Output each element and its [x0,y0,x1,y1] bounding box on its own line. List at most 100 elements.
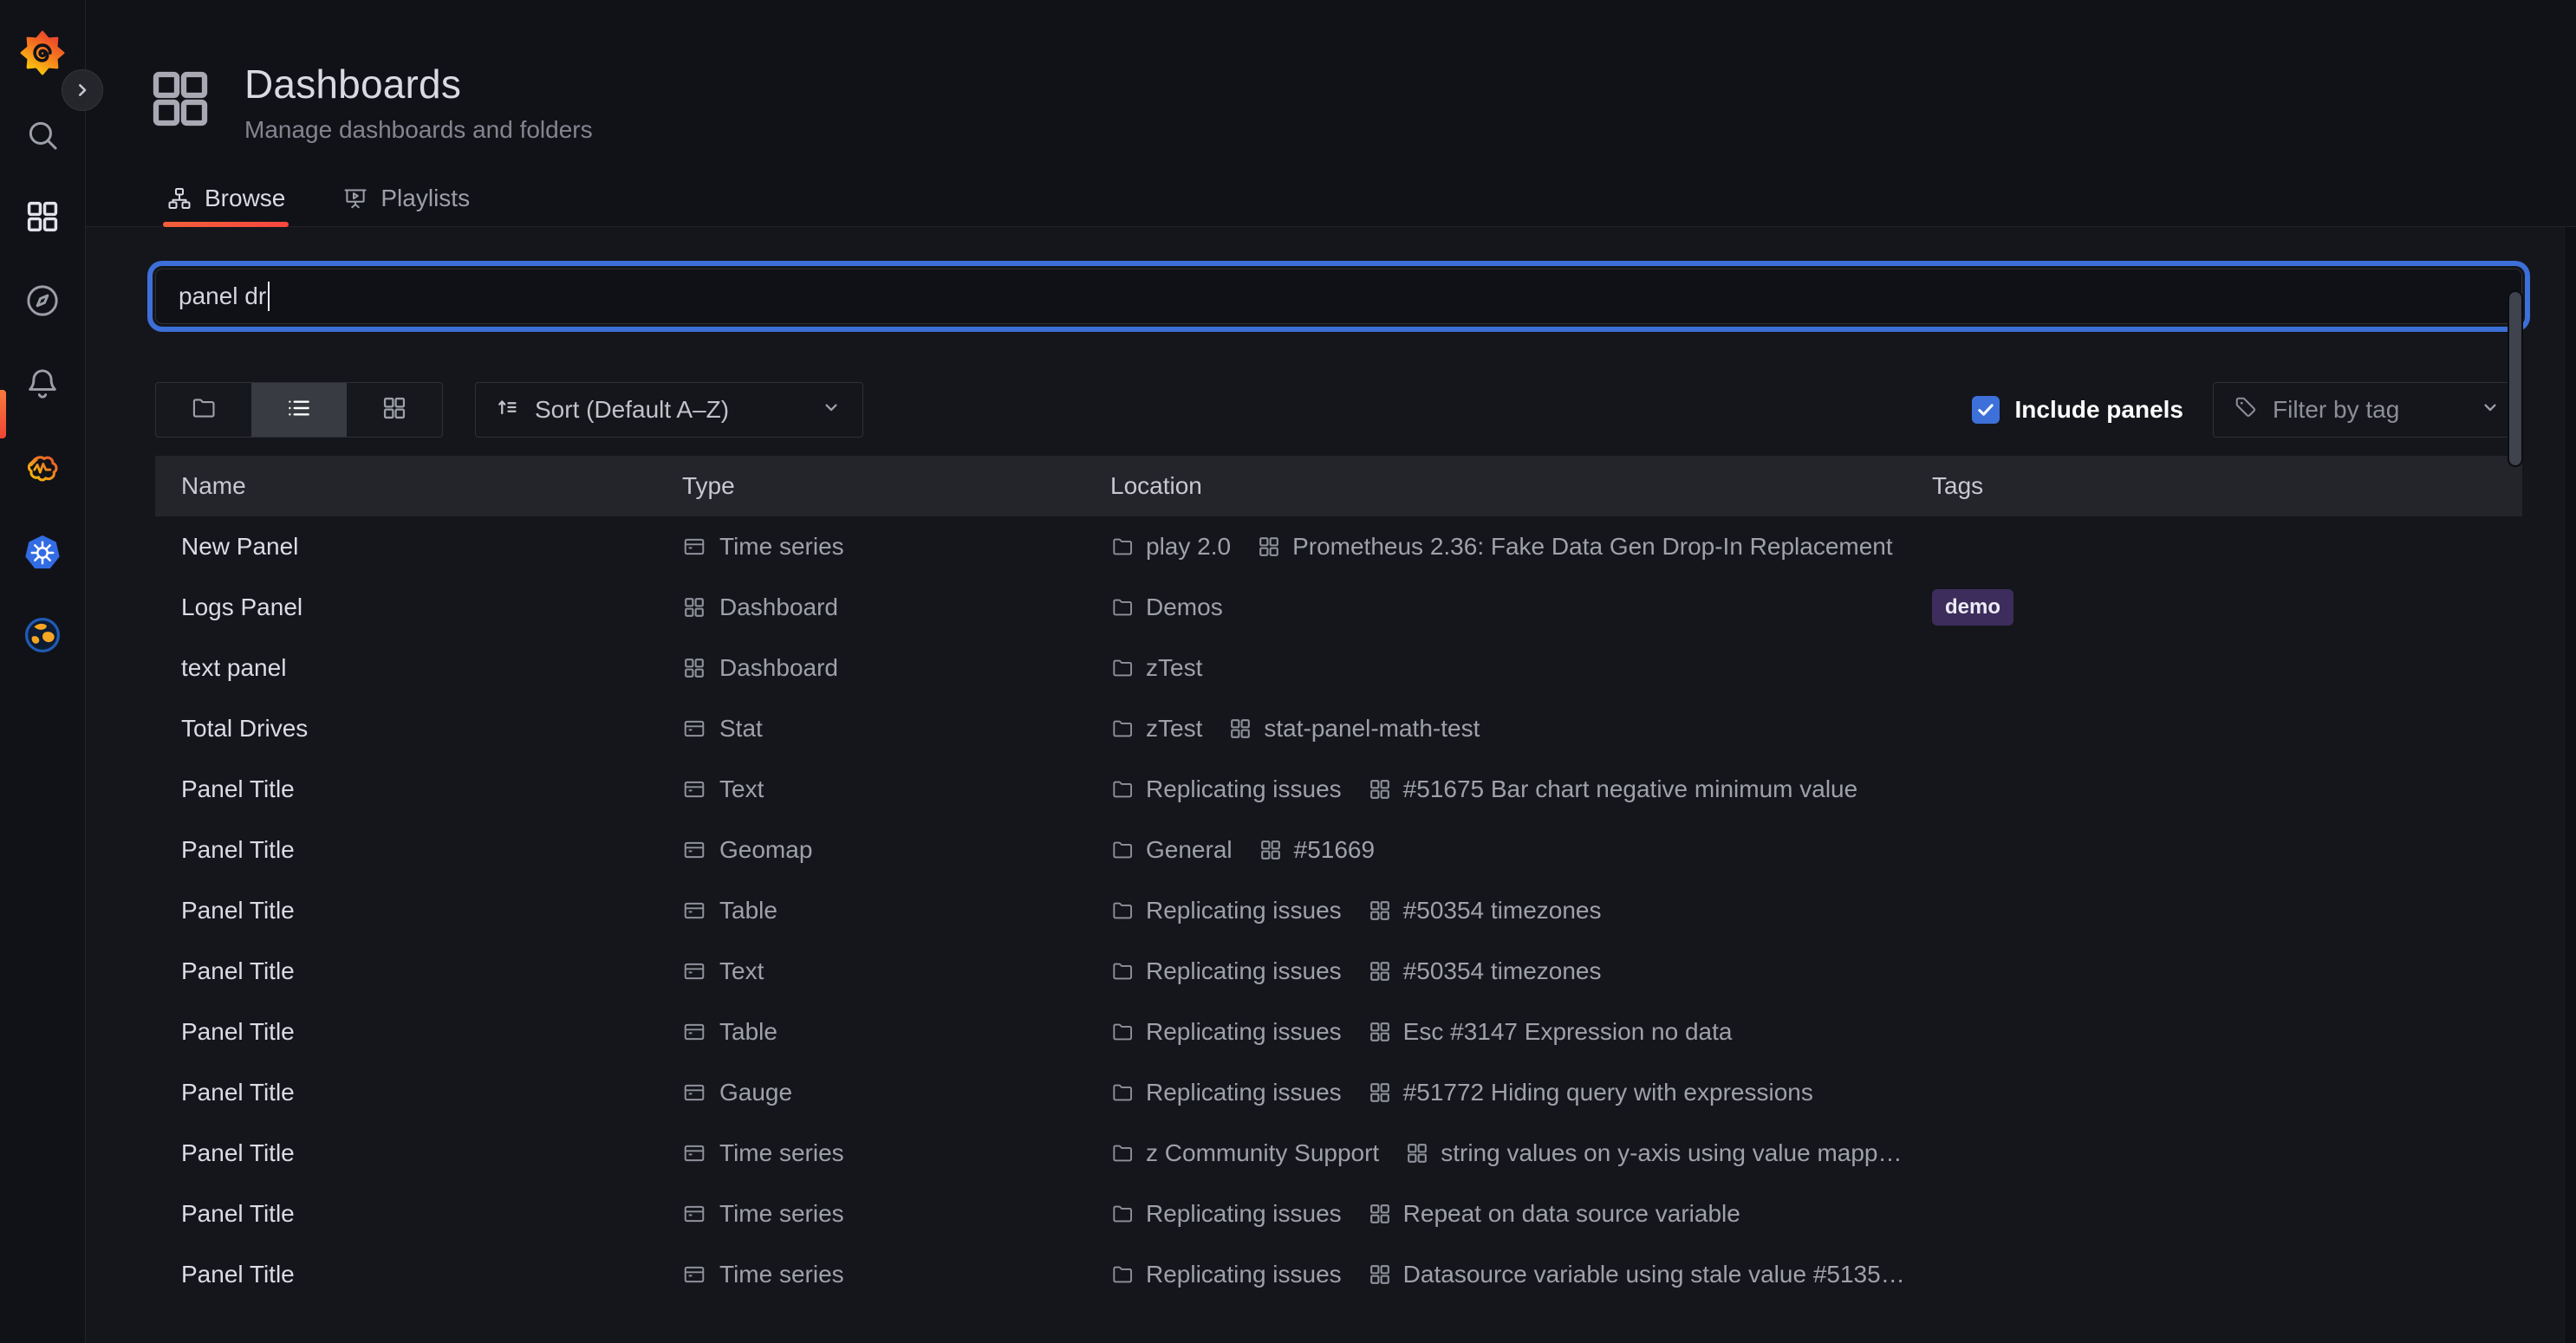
location-segment: #50354 timezones [1368,957,1602,985]
location-segment: z Community Support [1110,1139,1379,1167]
table-row[interactable]: Panel Title Table Replicating issuesEsc … [155,1002,2522,1062]
table-row[interactable]: Panel Title Time series Replicating issu… [155,1184,2522,1244]
search-input-value: panel dr [179,282,266,310]
row-type: Gauge [682,1079,1110,1106]
sort-select[interactable]: Sort (Default A–Z) [475,382,863,438]
row-name: Panel Title [155,1200,682,1228]
kubernetes-icon [23,533,62,573]
sort-select-value: Sort (Default A–Z) [535,396,729,424]
apps-icon [1368,959,1392,983]
location-text: z Community Support [1146,1139,1379,1167]
row-location: Replicating issues #50354 timezones [1110,897,1915,925]
location-segment: zTest [1110,715,1202,743]
location-text: Datasource variable using stale value #5… [1403,1261,1905,1288]
row-name: Panel Title [155,775,682,803]
compass-icon [23,282,62,320]
folder-icon [1110,1141,1135,1165]
page-header: Dashboards Manage dashboards and folders [86,0,2576,144]
page-header-text: Dashboards Manage dashboards and folders [244,61,593,144]
location-segment: Replicating issues [1110,957,1342,985]
include-panels-checkbox[interactable] [1972,396,2000,424]
row-location: Demos [1110,594,1915,621]
filter-by-tag-select[interactable]: Filter by tag [2213,382,2522,438]
location-text: string values on y-axis using value mapp… [1441,1139,1902,1167]
location-segment: stat-panel-math-test [1228,715,1480,743]
location-segment: Repeat on data source variable [1368,1200,1740,1228]
location-text: #51675 Bar chart negative minimum value [1403,775,1858,803]
apps-icon [1368,1020,1392,1044]
filter-by-tag-value: Filter by tag [2273,396,2399,424]
table-row[interactable]: Panel Title Geomap General#51669 [155,820,2522,880]
tag-badge[interactable]: demo [1932,589,2013,626]
chevron-down-icon [2478,395,2502,425]
table-row[interactable]: Panel Title Text Replicating issues#5035… [155,941,2522,1002]
folder-icon [190,394,218,426]
folder-icon [1110,535,1135,559]
sidebar-item-dashboards[interactable] [0,198,85,236]
location-text: #50354 timezones [1403,897,1602,925]
page-title: Dashboards [244,61,593,107]
grid-view-button[interactable] [347,383,442,437]
apps-icon [146,64,215,138]
table-row[interactable]: text panel Dashboard zTest [155,638,2522,698]
panel-icon [682,535,706,559]
table-row[interactable]: Panel Title Time series Replicating issu… [155,1244,2522,1305]
include-panels-control: Include panels [1972,396,2184,424]
main-area: Dashboards Manage dashboards and folders… [86,0,2576,1343]
list-view-button[interactable] [251,383,347,437]
sidebar-expand-button[interactable] [62,69,103,111]
row-location: Replicating issuesEsc #3147 Expression n… [1110,1018,1915,1046]
table-row[interactable]: Logs Panel Dashboard Demos demo [155,577,2522,638]
sidebar-item-machine-learning[interactable] [0,449,85,489]
location-text: Replicating issues [1146,1018,1342,1046]
folder-view-button[interactable] [156,383,251,437]
sidebar-item-kubernetes[interactable] [0,533,85,573]
column-header-location: Location [1110,472,1915,500]
row-name: Panel Title [155,897,682,925]
location-text: Replicating issues [1146,1261,1342,1288]
location-segment: Demos [1110,594,1223,621]
row-type: Stat [682,715,1110,743]
column-header-type: Type [682,472,1110,500]
tab-browse[interactable]: Browse [163,170,289,226]
row-type: Dashboard [682,654,1110,682]
table-row[interactable]: Panel Title Table Replicating issues#503… [155,880,2522,941]
row-location: Replicating issues #50354 timezones [1110,957,1915,985]
folder-icon [1110,959,1135,983]
sidebar-item-world[interactable] [0,615,85,655]
panel-icon [682,1141,706,1165]
column-header-name: Name [155,472,682,500]
table-row[interactable]: Panel Title Gauge Replicating issues#517… [155,1062,2522,1123]
search-input[interactable]: panel dr [155,269,2522,324]
apps-icon [1368,1080,1392,1105]
row-type: Geomap [682,836,1110,864]
panel-icon [682,1262,706,1287]
table-row[interactable]: Panel Title Text Replicating issues#5167… [155,759,2522,820]
search-icon[interactable] [0,117,85,153]
panel-icon [682,717,706,741]
location-text: Replicating issues [1146,897,1342,925]
table-scrollbar-thumb[interactable] [2509,292,2521,465]
grafana-logo-icon[interactable] [0,30,85,75]
content: panel dr [86,227,2576,1343]
row-type: Text [682,957,1110,985]
tab-playlists[interactable]: Playlists [339,170,473,226]
table-row[interactable]: Total Drives Stat zTeststat-panel-math-t… [155,698,2522,759]
search-results-table: Name Type Location Tags New Panel Time s… [155,456,2522,1305]
apps-icon [682,595,706,620]
column-header-tags: Tags [1915,472,2522,500]
row-name: Panel Title [155,1261,682,1288]
table-row[interactable]: New Panel Time series play 2.0Prometheus… [155,516,2522,577]
page-scrollbar-gutter [2564,227,2576,1343]
apps-icon [1368,1262,1392,1287]
location-segment: #51675 Bar chart negative minimum value [1368,775,1858,803]
sidebar-item-explore[interactable] [0,282,85,320]
globe-icon [23,615,62,655]
folder-icon [1110,899,1135,923]
location-segment: Replicating issues [1110,775,1342,803]
table-row[interactable]: Panel Title Time series z Community Supp… [155,1123,2522,1184]
check-icon [1975,399,1996,420]
row-type: Dashboard [682,594,1110,621]
sidebar-item-alerting[interactable] [0,365,85,403]
location-segment: Replicating issues [1110,1261,1342,1288]
